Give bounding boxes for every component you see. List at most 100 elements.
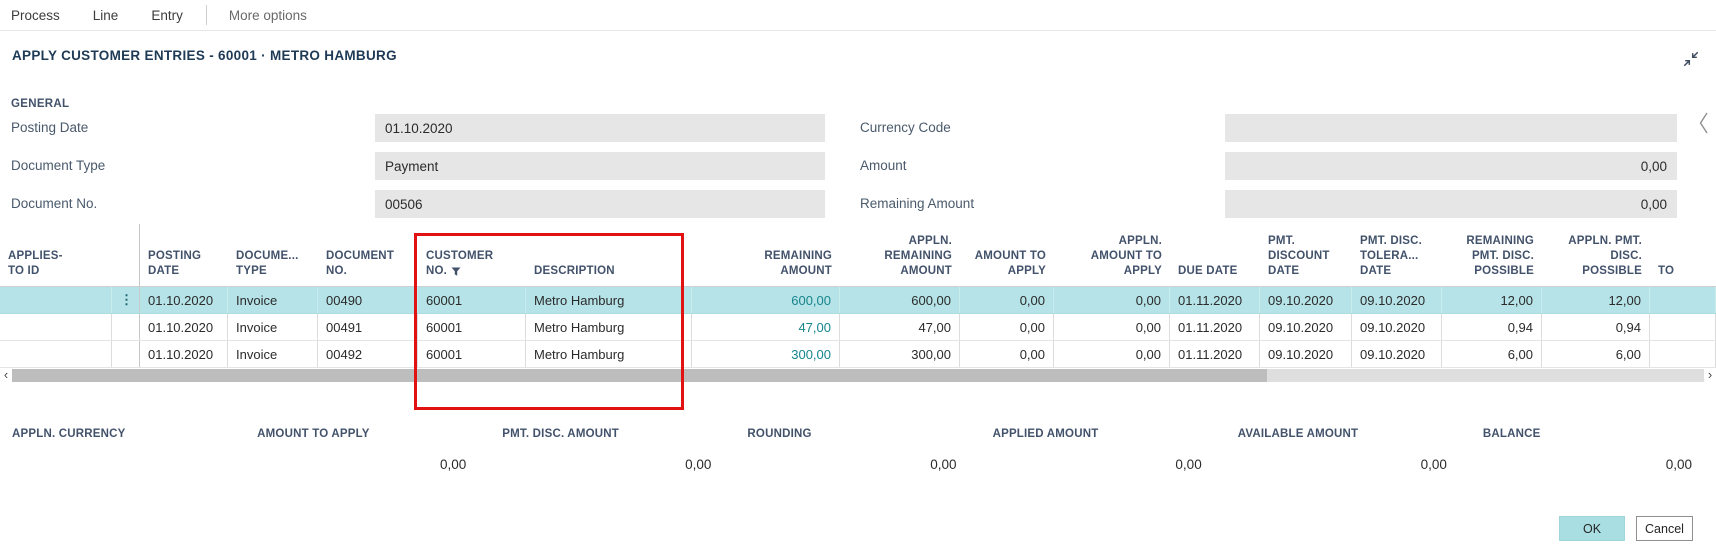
cell-amount_to_apply[interactable]: 0,00 bbox=[960, 287, 1054, 313]
cell-pmt_disc_tolerance_date[interactable]: 09.10.2020 bbox=[1352, 341, 1442, 367]
cell-remaining_amount[interactable]: 600,00 bbox=[692, 287, 840, 313]
cell-remaining_amount[interactable]: 47,00 bbox=[692, 314, 840, 340]
cell-posting_date[interactable]: 01.10.2020 bbox=[140, 287, 228, 313]
cell-appln_amount_to_apply[interactable]: 0,00 bbox=[1054, 287, 1170, 313]
total-label: APPLN. CURRENCY bbox=[12, 428, 126, 440]
column-header-pmt_disc_tolerance_date[interactable]: PMT. DISC. TOLERA... DATE bbox=[1352, 224, 1442, 286]
cell-amount_to_apply[interactable]: 0,00 bbox=[960, 341, 1054, 367]
ok-button[interactable]: OK bbox=[1559, 516, 1625, 541]
cell-to_truncated[interactable] bbox=[1650, 287, 1716, 313]
table-row[interactable]: 01.10.2020 Invoice 00491 60001 Metro Hamburg… bbox=[0, 314, 1716, 341]
cell-description[interactable]: Metro Hamburg bbox=[526, 341, 692, 367]
column-header-appln_pmt_disc_possible[interactable]: APPLN. PMT. DISC. POSSIBLE bbox=[1542, 224, 1650, 286]
column-header-due_date[interactable]: DUE DATE bbox=[1170, 224, 1260, 286]
cell-document_no[interactable]: 00490 bbox=[318, 287, 418, 313]
horizontal-scrollbar: ‹ › bbox=[0, 368, 1716, 382]
column-header-applies_to_id[interactable]: APPLIES- TO ID bbox=[0, 224, 112, 286]
cell-document_type[interactable]: Invoice bbox=[228, 341, 318, 367]
table-row[interactable]: ⋮ 01.10.2020 Invoice 00490 60001 Metro Hambur… bbox=[0, 287, 1716, 314]
column-header-remaining_pmt_disc_possible[interactable]: REMAINING PMT. DISC. POSSIBLE bbox=[1442, 224, 1542, 286]
filter-funnel-icon[interactable] bbox=[451, 267, 461, 277]
cell-appln_remaining_amount[interactable]: 47,00 bbox=[840, 314, 960, 340]
column-header-selector[interactable] bbox=[112, 224, 140, 286]
cell-selector[interactable] bbox=[112, 314, 140, 340]
collapse-icon[interactable] bbox=[1682, 50, 1700, 68]
total-label: AVAILABLE AMOUNT bbox=[1237, 428, 1359, 440]
cancel-button[interactable]: Cancel bbox=[1636, 516, 1693, 541]
cell-appln_remaining_amount[interactable]: 300,00 bbox=[840, 341, 960, 367]
row-menu-icon[interactable]: ⋮ bbox=[120, 292, 133, 308]
cell-applies_to_id[interactable] bbox=[0, 287, 112, 313]
cell-appln_pmt_disc_possible[interactable]: 6,00 bbox=[1542, 341, 1650, 367]
cell-applies_to_id[interactable] bbox=[0, 314, 112, 340]
posting-date-label: Posting Date bbox=[11, 120, 89, 135]
menu-more-options[interactable]: More options bbox=[229, 8, 307, 23]
scrollbar-thumb[interactable] bbox=[12, 368, 1267, 382]
cell-description[interactable]: Metro Hamburg bbox=[526, 287, 692, 313]
column-header-amount_to_apply[interactable]: AMOUNT TO APPLY bbox=[960, 224, 1054, 286]
menu-entry[interactable]: Entry bbox=[151, 8, 183, 23]
column-header-description[interactable]: DESCRIPTION bbox=[526, 224, 692, 286]
cell-document_no[interactable]: 00492 bbox=[318, 341, 418, 367]
general-section-heading: GENERAL bbox=[11, 98, 70, 110]
menu-line[interactable]: Line bbox=[93, 8, 119, 23]
cell-posting_date[interactable]: 01.10.2020 bbox=[140, 341, 228, 367]
column-header-appln_remaining_amount[interactable]: APPLN. REMAINING AMOUNT bbox=[840, 224, 960, 286]
table-row[interactable]: 01.10.2020 Invoice 00492 60001 Metro Hamburg… bbox=[0, 341, 1716, 368]
document-type-field[interactable]: Payment bbox=[375, 152, 825, 180]
cell-document_type[interactable]: Invoice bbox=[228, 287, 318, 313]
cell-customer_no[interactable]: 60001 bbox=[418, 341, 526, 367]
cell-customer_no[interactable]: 60001 bbox=[418, 287, 526, 313]
cell-remaining_amount[interactable]: 300,00 bbox=[692, 341, 840, 367]
column-header-customer_no[interactable]: CUSTOMER NO. bbox=[418, 224, 526, 286]
cell-amount_to_apply[interactable]: 0,00 bbox=[960, 314, 1054, 340]
document-no-label: Document No. bbox=[11, 196, 98, 211]
cell-applies_to_id[interactable] bbox=[0, 341, 112, 367]
cell-selector[interactable]: ⋮ bbox=[112, 287, 140, 313]
column-header-to_truncated[interactable]: TO bbox=[1650, 224, 1716, 286]
column-header-posting_date[interactable]: POSTING DATE bbox=[140, 224, 228, 286]
cell-appln_amount_to_apply[interactable]: 0,00 bbox=[1054, 314, 1170, 340]
factbox-chevron-left-icon[interactable] bbox=[1698, 110, 1709, 141]
amount-field[interactable]: 0,00 bbox=[1225, 152, 1677, 180]
posting-date-field[interactable]: 01.10.2020 bbox=[375, 114, 825, 142]
column-header-appln_amount_to_apply[interactable]: APPLN. AMOUNT TO APPLY bbox=[1054, 224, 1170, 286]
column-header-document_no[interactable]: DOCUMENT NO. bbox=[318, 224, 418, 286]
cell-due_date[interactable]: 01.11.2020 bbox=[1170, 341, 1260, 367]
cell-remaining_pmt_disc_possible[interactable]: 0,94 bbox=[1442, 314, 1542, 340]
column-header-document_type[interactable]: DOCUME... TYPE bbox=[228, 224, 318, 286]
cell-description[interactable]: Metro Hamburg bbox=[526, 314, 692, 340]
cell-appln_remaining_amount[interactable]: 600,00 bbox=[840, 287, 960, 313]
currency-code-field[interactable] bbox=[1225, 114, 1677, 142]
totals-footer: APPLN. CURRENCY AMOUNT TO APPLY 0,00 PMT. D… bbox=[0, 428, 1716, 473]
cell-pmt_disc_tolerance_date[interactable]: 09.10.2020 bbox=[1352, 314, 1442, 340]
cell-appln_pmt_disc_possible[interactable]: 12,00 bbox=[1542, 287, 1650, 313]
scroll-right-icon[interactable]: › bbox=[1704, 368, 1716, 382]
cell-pmt_discount_date[interactable]: 09.10.2020 bbox=[1260, 314, 1352, 340]
cell-to_truncated[interactable] bbox=[1650, 341, 1716, 367]
cell-pmt_disc_tolerance_date[interactable]: 09.10.2020 bbox=[1352, 287, 1442, 313]
cell-appln_amount_to_apply[interactable]: 0,00 bbox=[1054, 341, 1170, 367]
scroll-left-icon[interactable]: ‹ bbox=[0, 368, 12, 382]
amount-label: Amount bbox=[860, 158, 907, 173]
remaining-amount-field[interactable]: 0,00 bbox=[1225, 190, 1677, 218]
cell-due_date[interactable]: 01.11.2020 bbox=[1170, 287, 1260, 313]
cell-due_date[interactable]: 01.11.2020 bbox=[1170, 314, 1260, 340]
menu-process[interactable]: Process bbox=[11, 8, 60, 23]
cell-to_truncated[interactable] bbox=[1650, 314, 1716, 340]
cell-pmt_discount_date[interactable]: 09.10.2020 bbox=[1260, 341, 1352, 367]
cell-document_type[interactable]: Invoice bbox=[228, 314, 318, 340]
scrollbar-track[interactable] bbox=[12, 368, 1704, 382]
cell-remaining_pmt_disc_possible[interactable]: 6,00 bbox=[1442, 341, 1542, 367]
cell-remaining_pmt_disc_possible[interactable]: 12,00 bbox=[1442, 287, 1542, 313]
cell-posting_date[interactable]: 01.10.2020 bbox=[140, 314, 228, 340]
total-item: PMT. DISC. AMOUNT 0,00 bbox=[490, 428, 735, 473]
cell-customer_no[interactable]: 60001 bbox=[418, 314, 526, 340]
column-header-remaining_amount[interactable]: REMAINING AMOUNT bbox=[692, 224, 840, 286]
cell-appln_pmt_disc_possible[interactable]: 0,94 bbox=[1542, 314, 1650, 340]
cell-pmt_discount_date[interactable]: 09.10.2020 bbox=[1260, 287, 1352, 313]
cell-selector[interactable] bbox=[112, 341, 140, 367]
column-header-pmt_discount_date[interactable]: PMT. DISCOUNT DATE bbox=[1260, 224, 1352, 286]
cell-document_no[interactable]: 00491 bbox=[318, 314, 418, 340]
document-no-field[interactable]: 00506 bbox=[375, 190, 825, 218]
